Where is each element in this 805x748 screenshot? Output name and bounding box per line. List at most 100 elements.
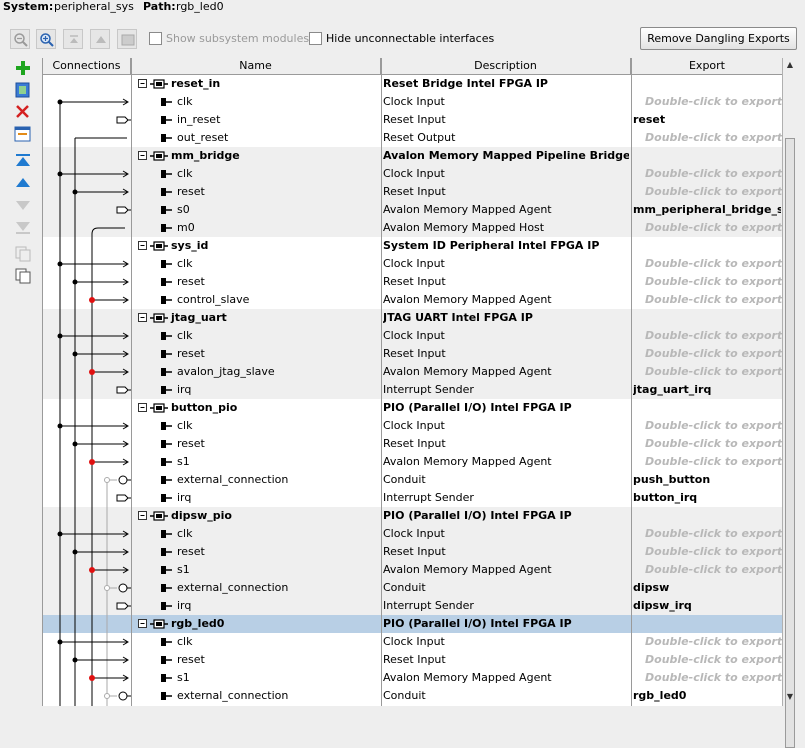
- header-connections[interactable]: Connections: [43, 58, 131, 75]
- table-row-port[interactable]: control_slave Avalon Memory Mapped Agent D…: [43, 291, 782, 309]
- table-row-port[interactable]: external_connection Conduit push_button: [43, 471, 782, 489]
- export-cell[interactable]: [633, 399, 781, 417]
- export-cell[interactable]: [633, 507, 781, 525]
- export-cell[interactable]: [633, 147, 781, 165]
- table-row-port[interactable]: m0 Avalon Memory Mapped Host Double-click …: [43, 219, 782, 237]
- export-cell[interactable]: reset: [633, 111, 781, 129]
- table-row-port[interactable]: clk Clock Input Double-click to export: [43, 417, 782, 435]
- table-row-port[interactable]: s1 Avalon Memory Mapped Agent Double-click…: [43, 453, 782, 471]
- export-cell[interactable]: Double-click to export: [645, 255, 782, 273]
- table-row-port[interactable]: clk Clock Input Double-click to export: [43, 327, 782, 345]
- table-row-module[interactable]: button_pio PIO (Parallel I/O) Intel FPGA …: [43, 399, 782, 417]
- table-row-port[interactable]: clk Clock Input Double-click to export: [43, 255, 782, 273]
- table-row-port[interactable]: reset Reset Input Double-click to export: [43, 183, 782, 201]
- hide-unconnectable-checkbox[interactable]: [309, 32, 322, 45]
- table-row-port[interactable]: irq Interrupt Sender dipsw_irq: [43, 597, 782, 615]
- table-row-port[interactable]: reset Reset Input Double-click to export: [43, 273, 782, 291]
- export-cell[interactable]: [633, 615, 781, 633]
- table-row-port[interactable]: avalon_jtag_slave Avalon Memory Mapped Ag…: [43, 363, 782, 381]
- header-name[interactable]: Name: [131, 58, 381, 75]
- collapse-module-icon[interactable]: [136, 75, 170, 93]
- table-row-port[interactable]: s1 Avalon Memory Mapped Agent Double-click…: [43, 669, 782, 687]
- move-top-button[interactable]: [63, 29, 83, 49]
- move-to-bottom-button[interactable]: [12, 217, 34, 237]
- collapse-module-icon[interactable]: [136, 237, 170, 255]
- export-cell[interactable]: push_button: [633, 471, 781, 489]
- export-cell[interactable]: Double-click to export: [645, 561, 782, 579]
- copy-button[interactable]: [12, 266, 34, 286]
- table-row-port[interactable]: s0 Avalon Memory Mapped Agent mm_periphera…: [43, 201, 782, 219]
- export-cell[interactable]: jtag_uart_irq: [633, 381, 781, 399]
- export-cell[interactable]: Double-click to export: [645, 273, 782, 291]
- collapse-module-icon[interactable]: [136, 615, 170, 633]
- remove-button[interactable]: [12, 102, 34, 122]
- table-row-port[interactable]: clk Clock Input Double-click to export: [43, 165, 782, 183]
- move-to-top-button[interactable]: [12, 151, 34, 171]
- export-cell[interactable]: dipsw_irq: [633, 597, 781, 615]
- export-cell[interactable]: Double-click to export: [645, 543, 782, 561]
- export-cell[interactable]: Double-click to export: [645, 165, 782, 183]
- table-row-port[interactable]: irq Interrupt Sender button_irq: [43, 489, 782, 507]
- move-down-button[interactable]: [12, 195, 34, 215]
- table-row-module[interactable]: sys_id System ID Peripheral Intel FPGA IP: [43, 237, 782, 255]
- export-cell[interactable]: Double-click to export: [645, 435, 782, 453]
- collapse-module-icon[interactable]: [136, 309, 170, 327]
- table-row-port[interactable]: external_connection Conduit rgb_led0: [43, 687, 782, 705]
- export-cell[interactable]: button_irq: [633, 489, 781, 507]
- zoom-in-button[interactable]: [36, 29, 56, 49]
- table-row-port[interactable]: irq Interrupt Sender jtag_uart_irq: [43, 381, 782, 399]
- export-cell[interactable]: Double-click to export: [645, 291, 782, 309]
- scroll-thumb[interactable]: [785, 138, 795, 748]
- export-cell[interactable]: Double-click to export: [645, 363, 782, 381]
- table-row-port[interactable]: reset Reset Input Double-click to export: [43, 651, 782, 669]
- export-cell[interactable]: Double-click to export: [645, 183, 782, 201]
- table-row-port[interactable]: clk Clock Input Double-click to export: [43, 633, 782, 651]
- export-cell[interactable]: Double-click to export: [645, 93, 782, 111]
- table-row-module[interactable]: dipsw_pio PIO (Parallel I/O) Intel FPGA I…: [43, 507, 782, 525]
- export-cell[interactable]: [633, 75, 781, 93]
- zoom-out-button[interactable]: [10, 29, 30, 49]
- scroll-up-icon[interactable]: ▲: [783, 58, 797, 72]
- export-cell[interactable]: Double-click to export: [645, 327, 782, 345]
- table-row-port[interactable]: s1 Avalon Memory Mapped Agent Double-click…: [43, 561, 782, 579]
- export-cell[interactable]: Double-click to export: [645, 669, 782, 687]
- table-row-port[interactable]: reset Reset Input Double-click to export: [43, 345, 782, 363]
- table-row-module[interactable]: jtag_uart JTAG UART Intel FPGA IP: [43, 309, 782, 327]
- header-export[interactable]: Export: [631, 58, 782, 75]
- remove-dangling-exports-button[interactable]: Remove Dangling Exports: [640, 27, 797, 50]
- edit-button[interactable]: [12, 124, 34, 144]
- export-cell[interactable]: Double-click to export: [645, 525, 782, 543]
- export-cell[interactable]: Double-click to export: [645, 219, 782, 237]
- header-description[interactable]: Description: [381, 58, 631, 75]
- export-cell[interactable]: Double-click to export: [645, 651, 782, 669]
- table-row-port[interactable]: in_reset Reset Input reset: [43, 111, 782, 129]
- table-row-module[interactable]: mm_bridge Avalon Memory Mapped Pipeline B…: [43, 147, 782, 165]
- add-component-button[interactable]: [12, 80, 34, 100]
- table-row-module[interactable]: rgb_led0 PIO (Parallel I/O) Intel FPGA IP: [43, 615, 782, 633]
- table-row-port[interactable]: reset Reset Input Double-click to export: [43, 435, 782, 453]
- add-button[interactable]: [12, 58, 34, 78]
- scroll-down-icon[interactable]: ▼: [783, 690, 797, 704]
- filter-button[interactable]: [117, 29, 137, 49]
- collapse-module-icon[interactable]: [136, 507, 170, 525]
- duplicate-button[interactable]: [12, 244, 34, 264]
- table-row-port[interactable]: clk Clock Input Double-click to export: [43, 93, 782, 111]
- export-cell[interactable]: mm_peripheral_bridge_s0: [633, 201, 781, 219]
- export-cell[interactable]: Double-click to export: [645, 633, 782, 651]
- show-subsystem-checkbox[interactable]: [149, 32, 162, 45]
- export-cell[interactable]: Double-click to export: [645, 345, 782, 363]
- export-cell[interactable]: [633, 309, 781, 327]
- vertical-scrollbar[interactable]: ▲ ▼: [782, 58, 797, 748]
- table-row-port[interactable]: reset Reset Input Double-click to export: [43, 543, 782, 561]
- export-cell[interactable]: dipsw: [633, 579, 781, 597]
- export-cell[interactable]: Double-click to export: [645, 453, 782, 471]
- move-up-button[interactable]: [90, 29, 110, 49]
- collapse-module-icon[interactable]: [136, 147, 170, 165]
- export-cell[interactable]: [633, 237, 781, 255]
- move-up-side-button[interactable]: [12, 173, 34, 193]
- collapse-module-icon[interactable]: [136, 399, 170, 417]
- table-row-port[interactable]: clk Clock Input Double-click to export: [43, 525, 782, 543]
- export-cell[interactable]: Double-click to export: [645, 417, 782, 435]
- export-cell[interactable]: Double-click to export: [645, 129, 782, 147]
- table-row-module[interactable]: reset_in Reset Bridge Intel FPGA IP: [43, 75, 782, 93]
